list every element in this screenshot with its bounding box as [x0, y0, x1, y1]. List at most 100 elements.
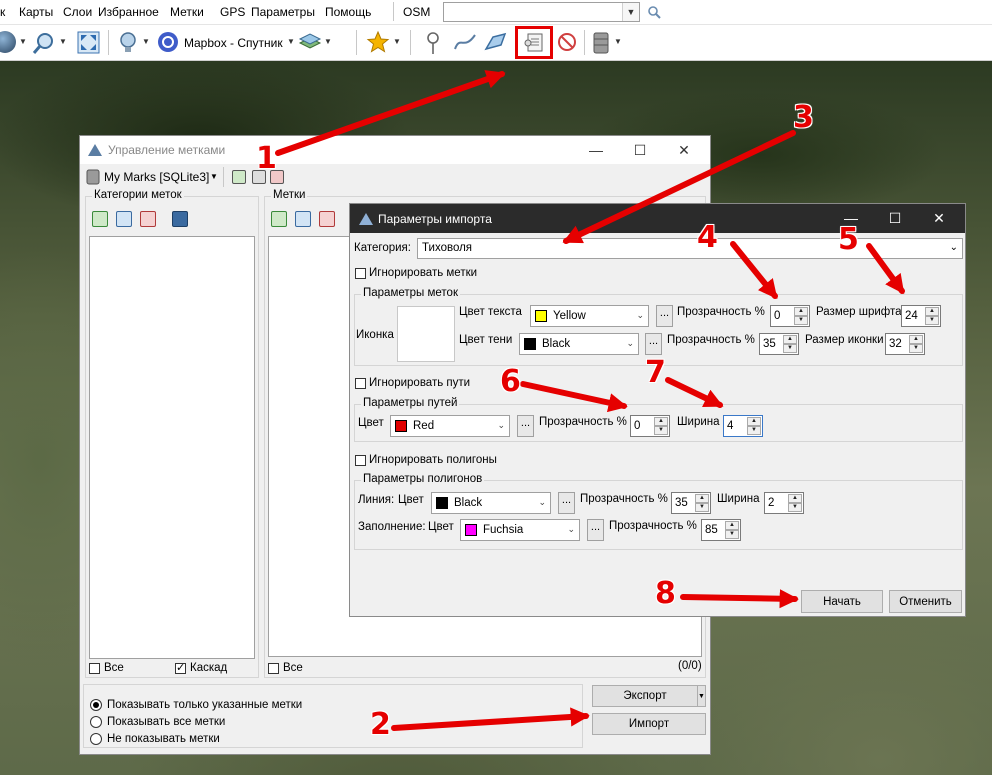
export-dropdown-icon[interactable]: ▼ [697, 685, 706, 707]
ignore-polygons-checkbox[interactable] [355, 455, 366, 466]
menu-item-favorites[interactable]: Избранное [98, 5, 159, 19]
chevron-down-icon[interactable]: ▼ [287, 37, 295, 46]
fill-opacity-spinner[interactable]: 85 ▲ ▼ [701, 519, 741, 541]
globe-icon[interactable] [0, 31, 16, 53]
font-size-value[interactable]: 24 [905, 310, 918, 322]
add-category-icon[interactable] [92, 211, 108, 227]
line-opacity-spinner[interactable]: 35 ▲ ▼ [671, 492, 711, 514]
icon-size-spinner[interactable]: 32 ▲ ▼ [885, 333, 925, 355]
marks-manager-icon[interactable] [523, 31, 545, 53]
shadow-opacity-spinner[interactable]: 35 ▲ ▼ [759, 333, 799, 355]
search-icon[interactable] [647, 5, 661, 19]
database-icon[interactable] [592, 31, 610, 55]
chevron-down-icon[interactable]: ⌄ [567, 524, 575, 535]
spin-down-icon[interactable]: ▼ [909, 344, 923, 353]
map-layer-icon[interactable] [117, 31, 139, 53]
spin-down-icon[interactable]: ▼ [783, 344, 797, 353]
import-button[interactable]: Импорт [592, 713, 706, 735]
spin-up-icon[interactable]: ▲ [788, 494, 802, 503]
radio-show-selected[interactable] [90, 699, 102, 711]
path-opacity-value[interactable]: 0 [634, 420, 640, 432]
ignore-paths-checkbox[interactable] [355, 378, 366, 389]
icon-preview[interactable] [397, 306, 455, 362]
ignore-marks-checkbox[interactable] [355, 268, 366, 279]
menu-item-tracks[interactable]: к [0, 5, 5, 19]
delete-category-icon[interactable] [140, 211, 156, 227]
menu-item-help[interactable]: Помощь [325, 5, 371, 19]
spin-down-icon[interactable]: ▼ [747, 426, 761, 435]
save-icon[interactable] [172, 211, 188, 227]
cascade-checkbox[interactable] [175, 661, 186, 674]
add-mark-icon[interactable] [271, 211, 287, 227]
spin-up-icon[interactable]: ▲ [783, 335, 797, 344]
fill-color-combo[interactable]: Fuchsia ⌄ [460, 519, 580, 541]
shadow-opacity-value[interactable]: 35 [763, 338, 776, 350]
chevron-down-icon[interactable]: ▼ [614, 37, 622, 46]
polygon-icon[interactable] [483, 31, 509, 53]
spin-down-icon[interactable]: ▼ [725, 530, 739, 539]
category-combo[interactable]: Тиховоля ⌄ [417, 238, 963, 259]
maximize-icon[interactable]: ☐ [618, 139, 662, 161]
spin-up-icon[interactable]: ▲ [747, 417, 761, 426]
spin-down-icon[interactable]: ▼ [794, 316, 808, 325]
star-icon[interactable] [366, 30, 390, 54]
title-bar[interactable]: Управление метками — ☐ ✕ [80, 136, 710, 164]
layers-stack-icon[interactable] [298, 31, 322, 53]
menu-item-maps[interactable]: Карты [19, 5, 53, 19]
no-marks-icon[interactable] [556, 31, 578, 53]
text-color-more-button[interactable]: ... [656, 305, 673, 327]
map-source-combo[interactable]: ▼ [443, 2, 640, 22]
close-icon[interactable]: ✕ [662, 139, 706, 161]
path-color-combo[interactable]: Red ⌄ [390, 415, 510, 437]
line-width-value[interactable]: 2 [768, 497, 774, 509]
maximize-icon[interactable]: ☐ [873, 207, 917, 229]
add-db-icon[interactable] [232, 170, 246, 184]
spin-up-icon[interactable]: ▲ [909, 335, 923, 344]
menu-item-settings[interactable]: Параметры [251, 5, 315, 19]
cancel-button[interactable]: Отменить [889, 590, 962, 613]
menu-item-layers[interactable]: Слои [63, 5, 92, 19]
spin-down-icon[interactable]: ▼ [695, 503, 709, 512]
chevron-down-icon[interactable]: ⌄ [626, 338, 634, 349]
spin-down-icon[interactable]: ▼ [654, 426, 668, 435]
menu-item-gps[interactable]: GPS [220, 5, 245, 19]
chevron-down-icon[interactable]: ▼ [622, 3, 639, 21]
line-color-combo[interactable]: Black ⌄ [431, 492, 551, 514]
layer-label[interactable]: Mapbox - Спутник [184, 36, 283, 50]
title-bar[interactable]: Параметры импорта — ☐ ✕ [350, 204, 965, 233]
chevron-down-icon[interactable]: ▼ [210, 172, 218, 181]
menu-item-marks[interactable]: Метки [170, 5, 204, 19]
categories-all-checkbox[interactable] [89, 663, 100, 674]
line-color-more-button[interactable]: ... [558, 492, 575, 514]
radio-hide[interactable] [90, 733, 102, 745]
zoom-icon[interactable] [32, 31, 56, 55]
chevron-down-icon[interactable]: ⌄ [497, 420, 505, 431]
icon-size-value[interactable]: 32 [889, 338, 902, 350]
text-opacity-spinner[interactable]: 0 ▲ ▼ [770, 305, 810, 327]
chevron-down-icon[interactable]: ⌄ [950, 242, 958, 253]
chevron-down-icon[interactable]: ▼ [19, 37, 27, 46]
chevron-down-icon[interactable]: ⌄ [636, 310, 644, 321]
start-button[interactable]: Начать [801, 590, 883, 613]
spin-up-icon[interactable]: ▲ [654, 417, 668, 426]
chevron-down-icon[interactable]: ▼ [393, 37, 401, 46]
chevron-down-icon[interactable]: ⌄ [538, 497, 546, 508]
fill-color-more-button[interactable]: ... [587, 519, 604, 541]
edit-category-icon[interactable] [116, 211, 132, 227]
path-color-more-button[interactable]: ... [517, 415, 534, 437]
chevron-down-icon[interactable]: ▼ [324, 37, 332, 46]
spin-down-icon[interactable]: ▼ [788, 503, 802, 512]
chevron-down-icon[interactable]: ▼ [59, 37, 67, 46]
db-selector[interactable]: My Marks [SQLite3] [104, 170, 209, 184]
categories-list[interactable] [89, 236, 255, 659]
text-opacity-value[interactable]: 0 [774, 310, 780, 322]
spin-up-icon[interactable]: ▲ [695, 494, 709, 503]
shadow-color-combo[interactable]: Black ⌄ [519, 333, 639, 355]
minimize-icon[interactable]: — [574, 139, 618, 161]
text-color-combo[interactable]: Yellow ⌄ [530, 305, 649, 327]
spin-up-icon[interactable]: ▲ [925, 307, 939, 316]
line-opacity-value[interactable]: 35 [675, 497, 688, 509]
close-icon[interactable]: ✕ [917, 207, 961, 229]
marks-all-checkbox[interactable] [268, 663, 279, 674]
delete-mark-icon[interactable] [319, 211, 335, 227]
